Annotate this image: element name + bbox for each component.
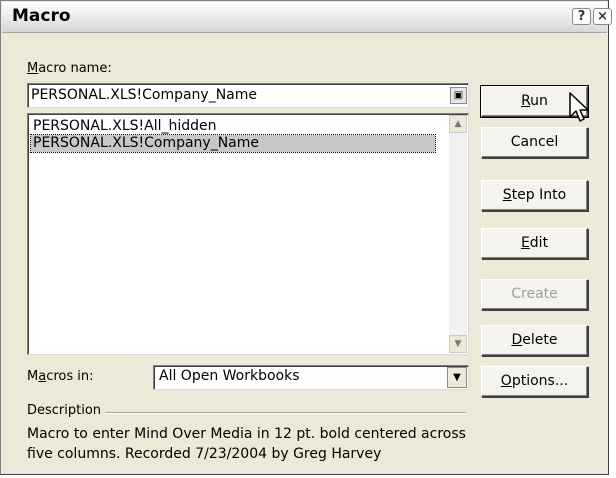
description-label: Description — [27, 403, 102, 418]
scroll-down-icon[interactable]: ▼ — [449, 335, 467, 353]
macro-dialog: Macro ? × Macro name: PERSONAL.XLS!Compa… — [0, 0, 612, 475]
scroll-up-icon[interactable]: ▲ — [449, 115, 467, 133]
description-divider — [105, 412, 466, 414]
macro-list[interactable]: PERSONAL.XLS!All_hidden PERSONAL.XLS!Com… — [27, 113, 469, 355]
collapse-dialog-icon[interactable]: ▣ — [450, 87, 467, 104]
mouse-pointer-icon — [569, 92, 589, 122]
list-item[interactable]: PERSONAL.XLS!All_hidden — [31, 118, 219, 135]
list-item-selected[interactable]: PERSONAL.XLS!Company_Name — [30, 134, 436, 153]
title-bar: Macro ? × — [2, 2, 612, 33]
description-text: Macro to enter Mind Over Media in 12 pt.… — [27, 426, 466, 462]
macro-name-input[interactable]: PERSONAL.XLS!Company_Name — [27, 83, 469, 108]
step-into-button[interactable]: Step Into — [481, 180, 588, 211]
delete-button[interactable]: Delete — [481, 325, 588, 356]
dialog-title: Macro — [12, 6, 71, 26]
edit-button[interactable]: Edit — [481, 228, 588, 259]
macros-in-value: All Open Workbooks — [159, 368, 300, 384]
chevron-down-icon[interactable]: ▼ — [447, 367, 467, 388]
close-button[interactable]: × — [593, 8, 612, 25]
help-button[interactable]: ? — [572, 8, 591, 25]
create-button[interactable]: Create — [481, 279, 588, 310]
macros-in-label: Macros in: — [27, 369, 94, 384]
macro-name-value: PERSONAL.XLS!Company_Name — [31, 87, 258, 103]
list-scrollbar[interactable]: ▲ ▼ — [449, 115, 467, 353]
macros-in-select[interactable]: All Open Workbooks ▼ — [153, 365, 469, 390]
options-button[interactable]: Options... — [481, 366, 588, 397]
cancel-button[interactable]: Cancel — [481, 127, 588, 158]
macro-name-label: Macro name: — [27, 61, 112, 76]
